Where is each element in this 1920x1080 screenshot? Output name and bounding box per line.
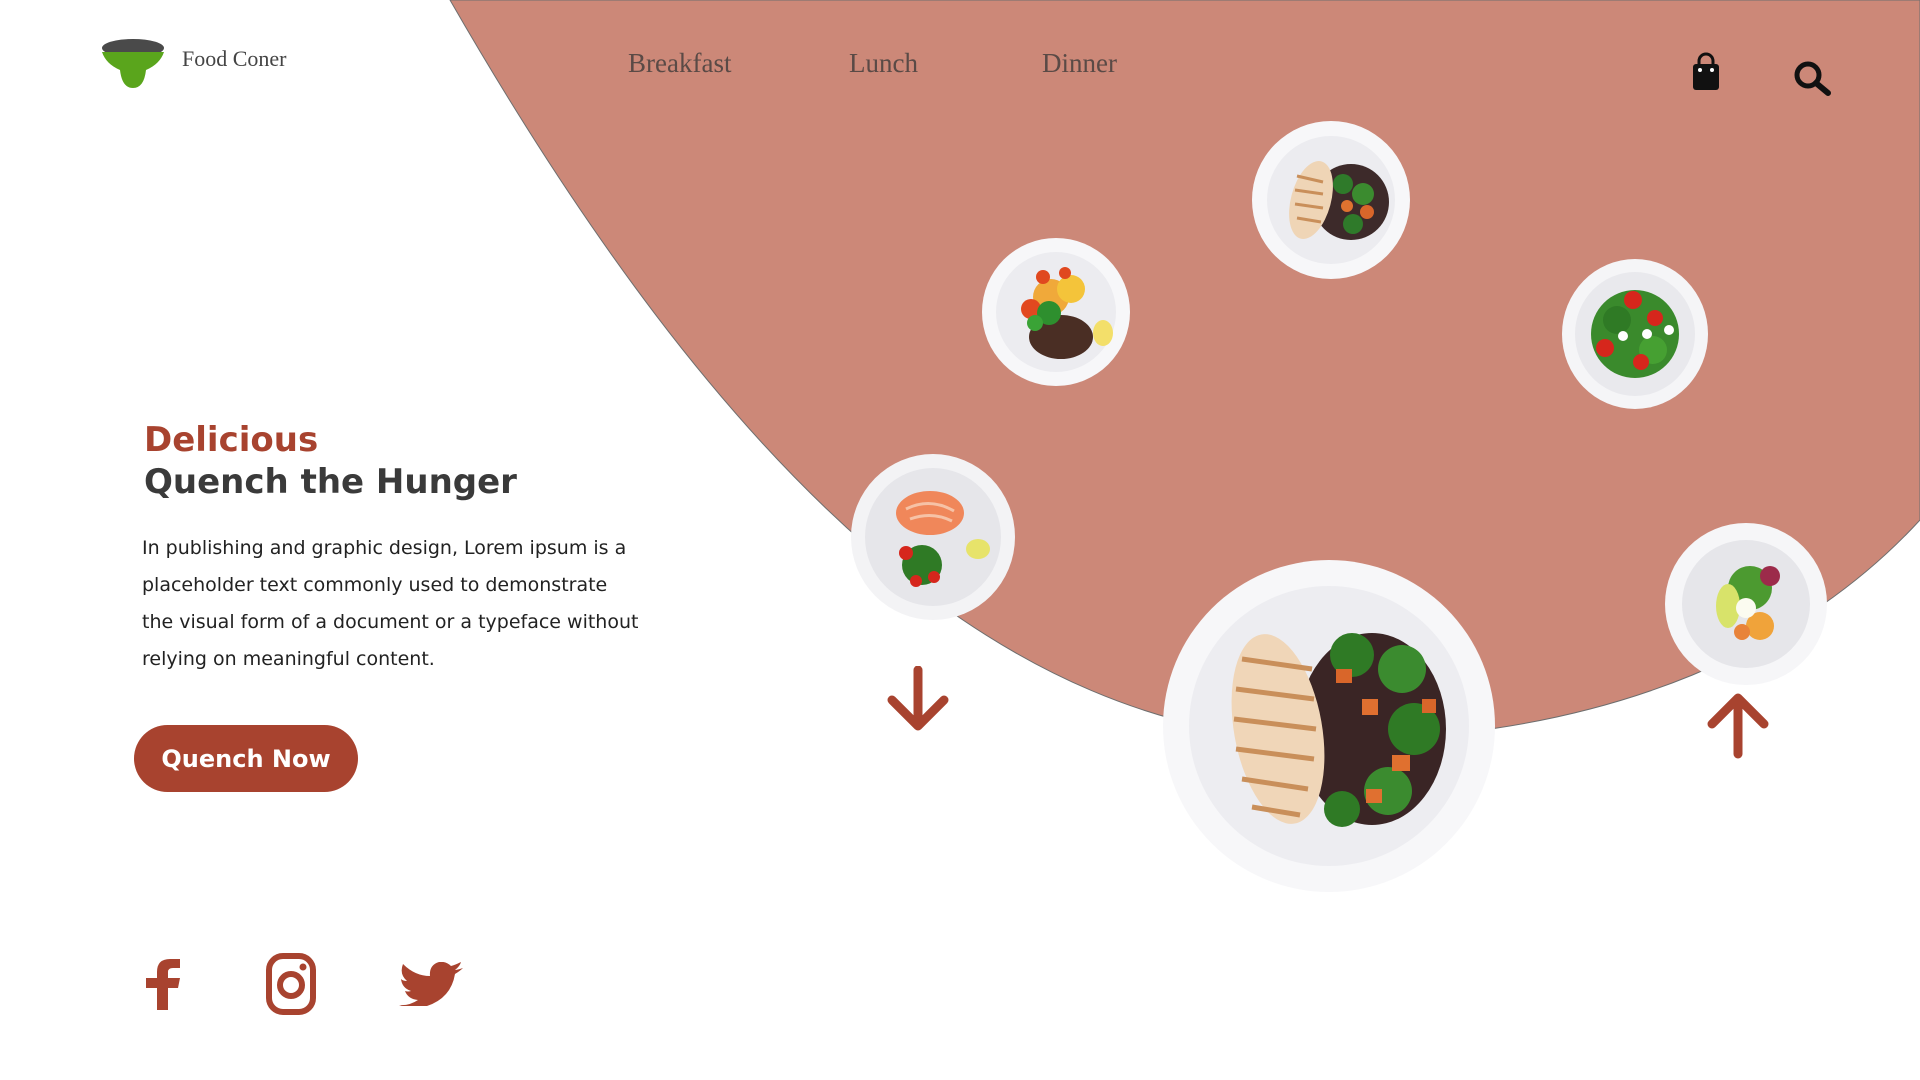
dish-image [1562,259,1708,409]
instagram-icon[interactable] [266,953,316,1015]
hero-title: Quench the Hunger [144,462,517,502]
chicken-quinoa-plate[interactable] [1251,120,1411,280]
brand-logo[interactable]: Food Coner [100,36,287,92]
bowl-logo-icon [102,39,164,88]
dish-image [851,454,1015,620]
dish-image [982,238,1130,386]
search-icon[interactable] [1793,60,1833,96]
nav-item-breakfast[interactable]: Breakfast [628,48,731,79]
hero-description: In publishing and graphic design, Lorem … [142,537,639,670]
hero-eyebrow: Delicious [144,420,319,460]
salmon-salad-plate[interactable] [850,453,1016,621]
twitter-icon[interactable] [399,962,465,1006]
nav-item-dinner[interactable]: Dinner [1042,48,1117,79]
tomato-arugula-salad-plate[interactable] [1561,258,1709,410]
brand-name: Food Coner [182,46,287,71]
dish-image [1163,560,1495,892]
quench-now-button[interactable]: Quench Now [134,725,358,792]
facebook-icon[interactable] [140,958,186,1010]
arrow-down-icon[interactable] [884,666,952,732]
dish-image [1665,523,1827,685]
nav-item-lunch[interactable]: Lunch [849,48,918,79]
shopping-bag-icon[interactable] [1690,52,1722,92]
large-chicken-quinoa-plate[interactable] [1162,559,1496,893]
arrow-up-icon[interactable] [1704,692,1772,760]
veggie-lentil-plate[interactable] [981,237,1131,387]
dish-image [1252,121,1410,279]
mixed-salad-bowl[interactable] [1664,522,1828,686]
